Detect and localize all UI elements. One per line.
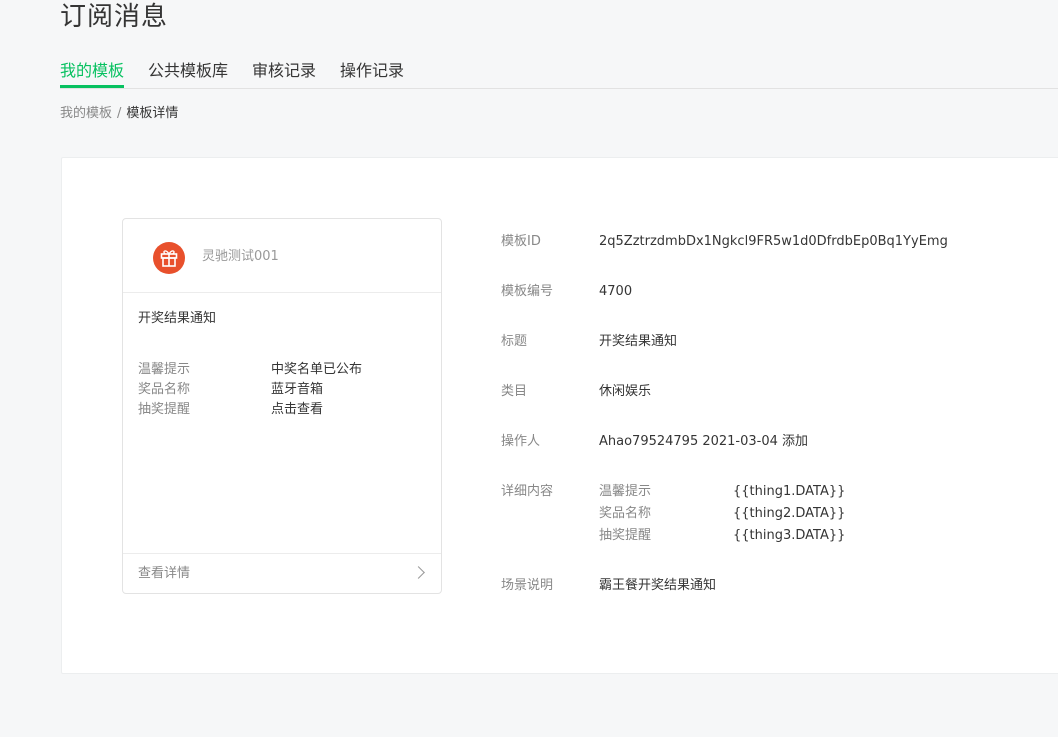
template-detail-panel: 灵驰测试001 开奖结果通知 温馨提示 中奖名单已公布 奖品名称 蓝牙音箱 抽奖提醒… <box>61 157 1058 674</box>
breadcrumb-parent-link[interactable]: 我的模板 <box>60 106 112 121</box>
preview-brand-name: 灵驰测试001 <box>202 249 279 264</box>
info-value: 休闲娱乐 <box>599 384 652 399</box>
info-label: 操作人 <box>501 434 541 449</box>
avatar <box>153 242 185 274</box>
preview-field-value: 蓝牙音箱 <box>271 382 324 397</box>
preview-field-key: 抽奖提醒 <box>138 402 191 417</box>
info-label: 标题 <box>501 334 528 349</box>
page-title: 订阅消息 <box>60 2 169 32</box>
breadcrumb: 我的模板 / 模板详情 <box>60 104 178 124</box>
tab-operation-records[interactable]: 操作记录 <box>340 58 404 84</box>
preview-card-header: 灵驰测试001 <box>123 219 441 293</box>
breadcrumb-separator: / <box>117 106 122 121</box>
info-value: Ahao79524795 2021-03-04 添加 <box>599 434 809 449</box>
preview-field-value: 点击查看 <box>271 402 324 417</box>
view-details-link[interactable]: 查看详情 <box>123 553 441 593</box>
preview-field-value: 中奖名单已公布 <box>271 362 363 377</box>
tab-bar: 我的模板 公共模板库 审核记录 操作记录 <box>60 58 1058 89</box>
view-details-label: 查看详情 <box>138 566 191 581</box>
preview-field-key: 奖品名称 <box>138 382 191 397</box>
detail-item-key: 奖品名称 <box>599 506 652 521</box>
info-value: 霸王餐开奖结果通知 <box>599 578 717 593</box>
preview-field: 抽奖提醒 点击查看 <box>138 400 323 420</box>
detail-item-key: 抽奖提醒 <box>599 528 652 543</box>
info-value: 2q5ZztrzdmbDx1Ngkcl9FR5w1d0DfrdbEp0Bq1Yy… <box>599 234 948 249</box>
detail-item-key: 温馨提示 <box>599 484 652 499</box>
tab-my-templates[interactable]: 我的模板 <box>60 58 125 88</box>
preview-field: 奖品名称 蓝牙音箱 <box>138 380 323 400</box>
detail-item-value: {{thing3.DATA}} <box>733 528 846 543</box>
info-value: 4700 <box>599 284 633 299</box>
preview-field-key: 温馨提示 <box>138 362 191 377</box>
tab-public-library[interactable]: 公共模板库 <box>148 58 228 84</box>
tab-review-records[interactable]: 审核记录 <box>252 58 316 84</box>
info-value: 开奖结果通知 <box>599 334 678 349</box>
info-label: 模板编号 <box>501 284 554 299</box>
info-label: 场景说明 <box>501 578 554 593</box>
info-label: 模板ID <box>501 234 541 249</box>
detail-item-value: {{thing1.DATA}} <box>733 484 846 499</box>
info-label: 详细内容 <box>501 484 554 499</box>
preview-title: 开奖结果通知 <box>138 311 217 326</box>
chevron-right-icon <box>412 566 425 579</box>
detail-item-value: {{thing2.DATA}} <box>733 506 846 521</box>
message-preview-card: 灵驰测试001 开奖结果通知 温馨提示 中奖名单已公布 奖品名称 蓝牙音箱 抽奖提醒… <box>122 218 442 594</box>
preview-field: 温馨提示 中奖名单已公布 <box>138 360 362 380</box>
breadcrumb-current: 模板详情 <box>126 106 179 121</box>
info-label: 类目 <box>501 384 528 399</box>
